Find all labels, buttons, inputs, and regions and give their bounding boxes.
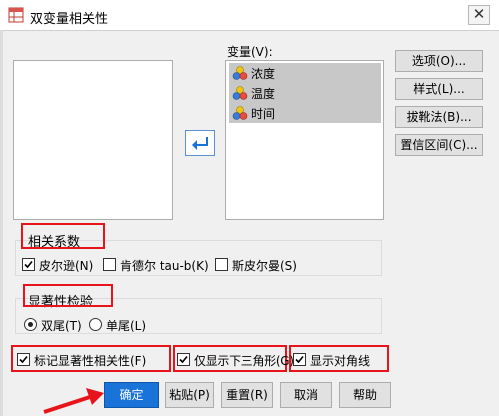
spearman-checkbox[interactable] xyxy=(215,258,228,271)
lower-triangle-checkbox[interactable] xyxy=(177,353,190,366)
show-diagonal-checkbox[interactable] xyxy=(293,353,306,366)
annotation-arrow-icon xyxy=(43,388,104,414)
two-tailed-radio[interactable] xyxy=(24,318,37,331)
move-variable-button[interactable] xyxy=(185,130,215,156)
kendall-label: 肯德尔 tau-b(K) xyxy=(120,259,209,273)
variables-label: 变量(V): xyxy=(227,45,273,59)
pearson-label: 皮尔逊(N) xyxy=(39,259,94,273)
close-button[interactable]: ✕ xyxy=(468,5,490,25)
one-tailed-label: 单尾(L) xyxy=(106,319,147,333)
two-tailed-label: 双尾(T) xyxy=(41,319,82,333)
scale-variable-icon xyxy=(232,86,248,100)
check-icon xyxy=(295,355,304,364)
cancel-button[interactable]: 取消 xyxy=(280,382,332,408)
flag-significant-label: 标记显著性相关性(F) xyxy=(34,354,147,368)
scale-variable-icon xyxy=(232,106,248,120)
ok-button[interactable]: 确定 xyxy=(104,382,159,408)
correlation-table-icon xyxy=(8,7,24,23)
variable-name: 温度 xyxy=(251,87,276,101)
highlight-box xyxy=(23,284,113,307)
highlight-box xyxy=(21,223,105,249)
variable-name: 浓度 xyxy=(251,67,276,81)
check-icon xyxy=(24,260,33,269)
kendall-checkbox[interactable] xyxy=(103,258,116,271)
confidence-interval-button[interactable]: 置信区间(C)... xyxy=(395,134,483,156)
help-button[interactable]: 帮助 xyxy=(339,382,391,408)
spearman-label: 斯皮尔曼(S) xyxy=(232,259,297,273)
move-arrow-icon xyxy=(192,137,208,150)
scale-variable-icon xyxy=(232,66,248,80)
style-button[interactable]: 样式(L)... xyxy=(395,78,483,100)
paste-button[interactable]: 粘贴(P) xyxy=(165,382,214,408)
pearson-checkbox[interactable] xyxy=(22,258,35,271)
list-item[interactable]: 温度 xyxy=(229,83,381,103)
close-icon: ✕ xyxy=(472,5,486,23)
options-button[interactable]: 选项(O)... xyxy=(395,50,483,72)
reset-button[interactable]: 重置(R) xyxy=(221,382,273,408)
source-variable-list[interactable] xyxy=(13,60,173,220)
show-diagonal-label: 显示对角线 xyxy=(310,354,371,368)
radio-selected-dot xyxy=(28,322,33,327)
list-item[interactable]: 时间 xyxy=(229,103,381,123)
lower-triangle-label: 仅显示下三角形(G) xyxy=(194,354,294,368)
check-icon xyxy=(19,355,28,364)
bootstrap-button[interactable]: 拔靴法(B)... xyxy=(395,106,483,128)
check-icon xyxy=(179,355,188,364)
variable-name: 时间 xyxy=(251,107,276,121)
window-edge xyxy=(0,30,3,416)
one-tailed-radio[interactable] xyxy=(89,318,102,331)
list-item[interactable]: 浓度 xyxy=(229,63,381,83)
window-title: 双变量相关性 xyxy=(30,12,109,27)
title-bar: 双变量相关性 ✕ xyxy=(0,0,499,30)
flag-significant-checkbox[interactable] xyxy=(17,353,30,366)
